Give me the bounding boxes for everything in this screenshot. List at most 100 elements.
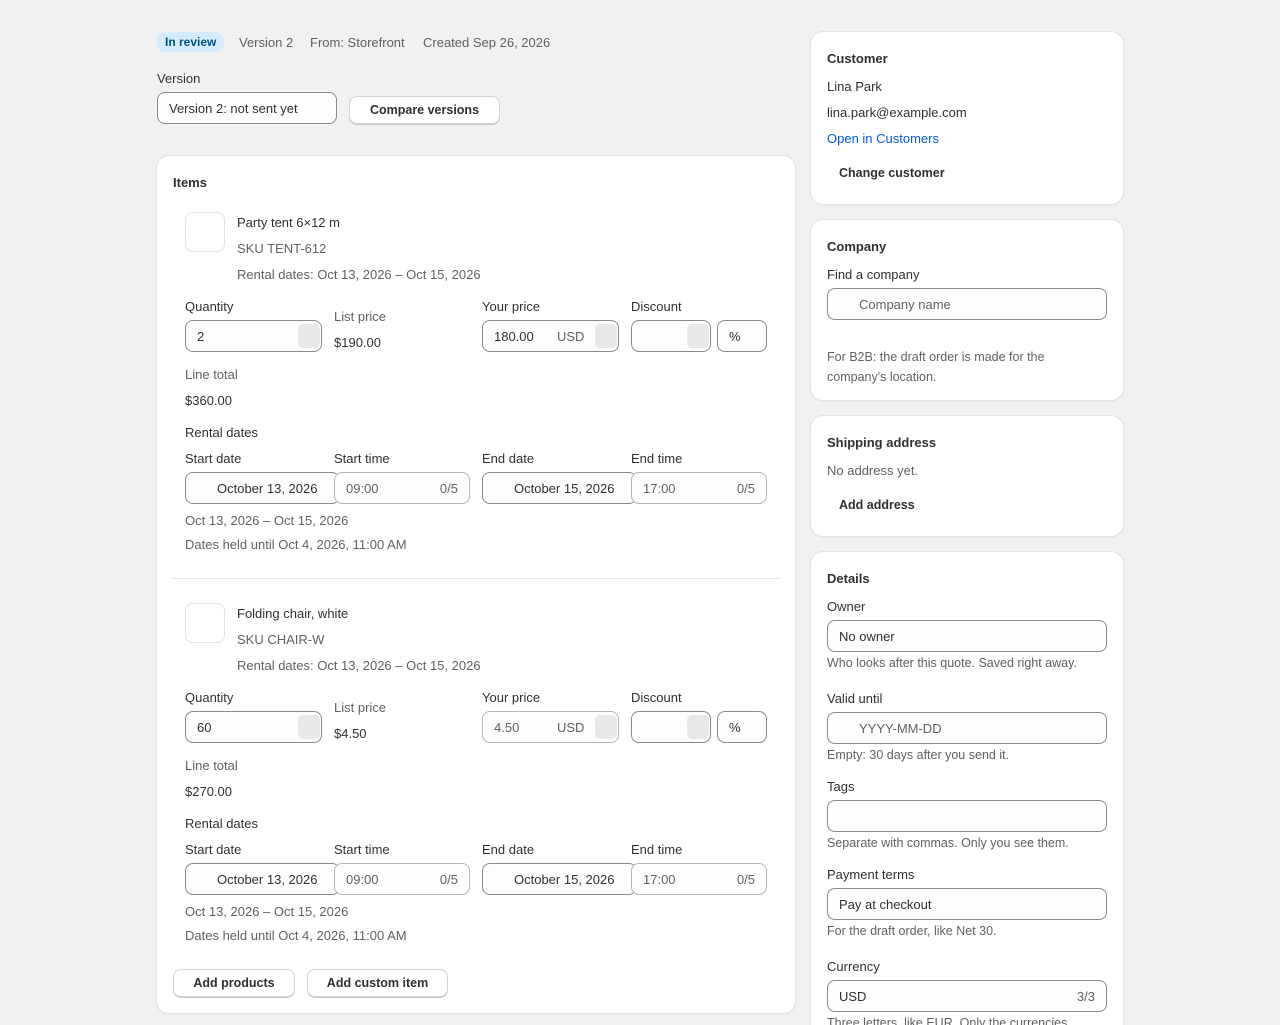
quantity-stepper[interactable] [298, 715, 320, 739]
start-time-input[interactable]: 09:00 0/5 [334, 472, 470, 504]
end-time-counter: 0/5 [736, 480, 755, 496]
valid-until-input[interactable]: YYYY-MM-DD [827, 712, 1107, 744]
end-time-value: 17:00 [643, 480, 676, 496]
quantity-stepper[interactable] [298, 324, 320, 348]
end-date-input[interactable]: October 15, 2026 [482, 863, 637, 895]
price-stepper[interactable] [595, 324, 617, 348]
open-in-customers-link[interactable]: Open in Customers [827, 131, 939, 146]
details-card: Details Owner No owner Who looks after t… [811, 552, 1123, 1025]
discount-type-select[interactable]: % [717, 711, 767, 743]
tags-input[interactable] [827, 800, 1107, 832]
currency-suffix: USD [557, 329, 585, 344]
end-date-label: End date [482, 451, 535, 466]
end-date-label: End date [482, 842, 535, 857]
start-date-label: Start date [185, 451, 242, 466]
company-help-text: For B2B: the draft order is made for the… [827, 350, 1045, 384]
compare-versions-button[interactable]: Compare versions [349, 96, 500, 124]
tags-label: Tags [827, 779, 855, 794]
item-name: Folding chair, white [237, 606, 349, 621]
version-select-value: Version 2: not sent yet [169, 100, 298, 116]
details-title: Details [827, 571, 870, 586]
your-price-label: Your price [482, 299, 541, 314]
line-total-value: $270.00 [185, 784, 232, 799]
customer-title: Customer [827, 51, 888, 66]
find-company-label: Find a company [827, 267, 920, 282]
item-rental-dates: Rental dates: Oct 13, 2026 – Oct 15, 202… [237, 267, 481, 282]
add-custom-item-button[interactable]: Add custom item [307, 969, 448, 997]
end-date-input[interactable]: October 15, 2026 [482, 472, 637, 504]
date-range-summary: Oct 13, 2026 – Oct 15, 2026 [185, 513, 349, 528]
discount-stepper[interactable] [687, 324, 709, 348]
start-date-input[interactable]: October 13, 2026 [185, 472, 340, 504]
your-price-label: Your price [482, 690, 541, 705]
customer-card: Customer Lina Park lina.park@example.com… [811, 32, 1123, 204]
list-price-label: List price [334, 309, 387, 324]
rental-dates-heading: Rental dates [185, 816, 258, 831]
valid-until-label: Valid until [827, 691, 883, 706]
start-date-label: Start date [185, 842, 242, 857]
company-search-placeholder: Company name [859, 296, 951, 312]
line-total-label: Line total [185, 758, 238, 773]
company-title: Company [827, 239, 887, 254]
item-sku: SKU TENT-612 [237, 241, 327, 256]
change-customer-button[interactable]: Change customer [839, 166, 945, 180]
valid-until-help-text: Empty: 30 days after you send it. [827, 748, 1010, 762]
discount-label: Discount [631, 690, 682, 705]
list-price-value: $190.00 [334, 335, 381, 350]
start-time-counter: 0/5 [439, 480, 458, 496]
valid-until-placeholder: YYYY-MM-DD [859, 720, 942, 736]
end-time-label: End time [631, 451, 683, 466]
items-title: Items [173, 175, 207, 190]
dates-held-note: Dates held until Oct 4, 2026, 11:00 AM [185, 928, 407, 943]
status-badge: In review [157, 32, 225, 52]
owner-select[interactable]: No owner [827, 620, 1107, 652]
price-stepper[interactable] [595, 715, 617, 739]
version-label: Version [157, 71, 201, 86]
discount-stepper[interactable] [687, 715, 709, 739]
add-products-button[interactable]: Add products [173, 969, 295, 997]
start-time-input[interactable]: 09:00 0/5 [334, 863, 470, 895]
quantity-value: 60 [197, 719, 212, 735]
end-time-input[interactable]: 17:00 0/5 [631, 472, 767, 504]
currency-suffix: USD [557, 720, 585, 735]
customer-name: Lina Park [827, 79, 882, 94]
created-date: Created Sep 26, 2026 [423, 35, 551, 50]
discount-type-select[interactable]: % [717, 320, 767, 352]
owner-label: Owner [827, 599, 866, 614]
start-time-value: 09:00 [346, 480, 379, 496]
end-time-counter: 0/5 [736, 871, 755, 887]
item-sku: SKU CHAIR-W [237, 632, 325, 647]
quantity-value: 2 [197, 328, 205, 344]
add-address-button[interactable]: Add address [839, 498, 915, 512]
date-range-summary: Oct 13, 2026 – Oct 15, 2026 [185, 904, 349, 919]
quantity-label: Quantity [185, 690, 234, 705]
item-rental-dates: Rental dates: Oct 13, 2026 – Oct 15, 202… [237, 658, 481, 673]
end-date-value: October 15, 2026 [514, 480, 615, 496]
currency-value: USD [839, 988, 867, 1004]
start-date-value: October 13, 2026 [217, 480, 318, 496]
currency-help-text: Three letters, like EUR. Only the curren… [827, 1016, 1068, 1025]
start-date-input[interactable]: October 13, 2026 [185, 863, 340, 895]
line-total-value: $360.00 [185, 393, 232, 408]
version-number: Version 2 [239, 35, 294, 50]
owner-value: No owner [839, 628, 895, 644]
start-time-label: Start time [334, 451, 390, 466]
payment-terms-value: Pay at checkout [839, 896, 932, 912]
company-search-input[interactable]: Company name [827, 288, 1107, 320]
currency-input[interactable]: USD 3/3 [827, 980, 1107, 1012]
payment-terms-select[interactable]: Pay at checkout [827, 888, 1107, 920]
your-price-value: 4.50 [494, 719, 520, 735]
end-time-value: 17:00 [643, 871, 676, 887]
list-price-label: List price [334, 700, 387, 715]
product-thumbnail [185, 212, 225, 252]
items-card: Items Party tent 6×12 m SKU TENT-612 Ren… [157, 156, 795, 1013]
list-price-value: $4.50 [334, 726, 367, 741]
your-price-value: 180.00 [494, 328, 534, 344]
rental-dates-heading: Rental dates [185, 425, 258, 440]
item-divider [173, 578, 779, 579]
quantity-label: Quantity [185, 299, 234, 314]
version-select[interactable]: Version 2: not sent yet [157, 92, 337, 124]
start-time-label: Start time [334, 842, 390, 857]
end-time-input[interactable]: 17:00 0/5 [631, 863, 767, 895]
shipping-address-card: Shipping address No address yet. Add add… [811, 416, 1123, 536]
